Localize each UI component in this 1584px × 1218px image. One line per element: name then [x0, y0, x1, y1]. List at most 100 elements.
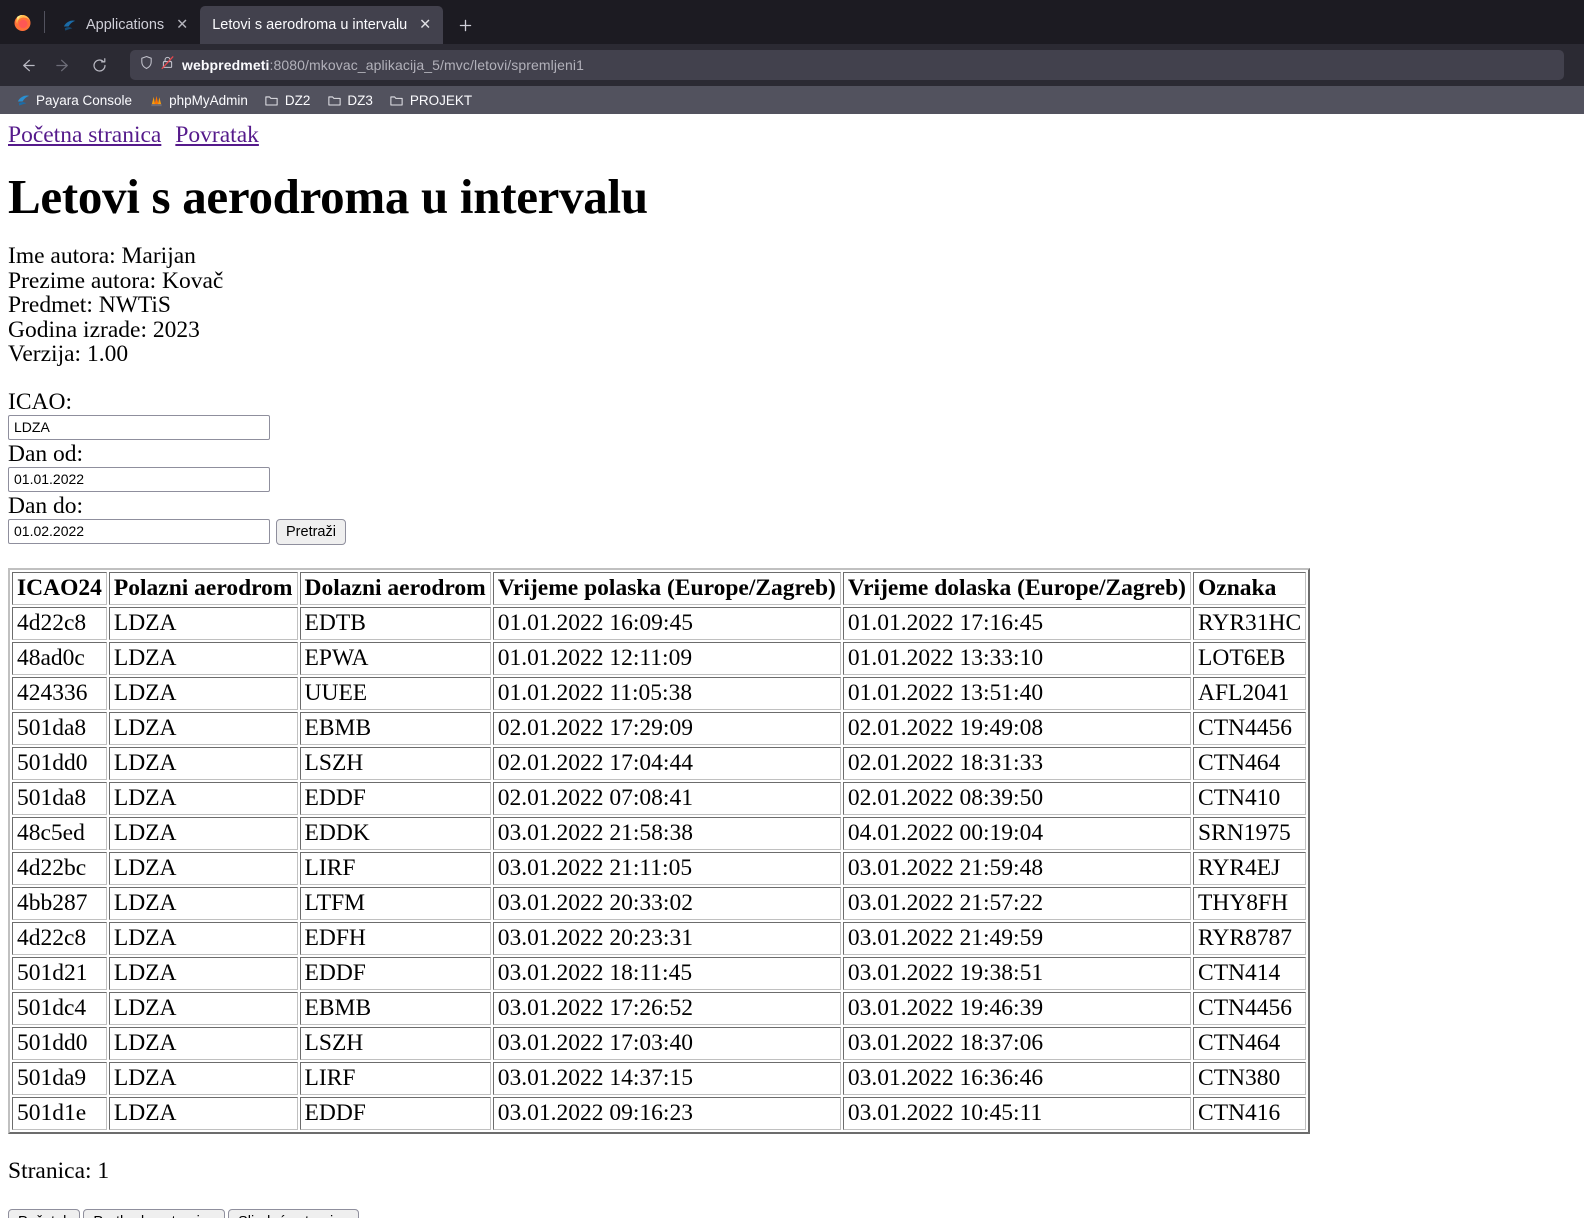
table-row: 501da8 LDZA EDDF 02.01.2022 07:08:41 02.01.2… [12, 781, 1307, 815]
table-cell: LIRF [299, 851, 491, 885]
link-pocetna-stranica[interactable]: Početna stranica [8, 122, 161, 148]
table-cell: 501dd0 [12, 746, 107, 780]
tab-label: Applications [86, 17, 165, 33]
chrome-divider [44, 11, 45, 33]
bookmark-payara-console[interactable]: Payara Console [8, 90, 139, 110]
bookmark-folder-projekt[interactable]: PROJEKT [382, 90, 479, 110]
table-cell: 501dc4 [12, 991, 107, 1025]
icao-input[interactable] [8, 414, 270, 440]
table-cell: 424336 [12, 676, 107, 710]
forward-button[interactable] [46, 49, 80, 81]
table-cell: 02.01.2022 18:31:33 [842, 746, 1192, 780]
lock-slashed-icon[interactable] [160, 55, 175, 75]
site-identity[interactable] [139, 55, 175, 75]
bookmark-label: DZ3 [347, 92, 373, 108]
table-cell: 03.01.2022 17:26:52 [492, 991, 841, 1025]
table-cell: LSZH [299, 746, 491, 780]
payara-icon [15, 92, 31, 108]
table-cell: CTN4456 [1193, 991, 1307, 1025]
table-column-header: ICAO24 [12, 571, 107, 605]
bookmark-label: DZ2 [284, 92, 311, 108]
dan-od-input[interactable] [8, 466, 270, 492]
table-cell: EDDF [299, 781, 491, 815]
table-cell: CTN464 [1193, 1026, 1307, 1060]
tab-applications[interactable]: Applications ✕ [49, 6, 200, 44]
table-cell: LOT6EB [1193, 641, 1307, 675]
bookmark-label: PROJEKT [409, 92, 473, 108]
tab-letovi[interactable]: Letovi s aerodroma u intervalu ✕ [200, 6, 444, 44]
table-cell: LDZA [108, 1096, 298, 1130]
table-cell: EDDF [299, 956, 491, 990]
table-cell: LDZA [108, 886, 298, 920]
shield-icon[interactable] [139, 55, 154, 75]
table-cell: 4d22c8 [12, 921, 107, 955]
table-cell: 501da8 [12, 711, 107, 745]
bookmark-folder-dz3[interactable]: DZ3 [319, 90, 380, 110]
table-row: 424336 LDZA UUEE 01.01.2022 11:05:38 01.01.2… [12, 676, 1307, 710]
table-cell: LDZA [108, 781, 298, 815]
table-cell: 01.01.2022 16:09:45 [492, 606, 841, 640]
reload-button[interactable] [82, 49, 116, 81]
table-cell: CTN464 [1193, 746, 1307, 780]
url-bar[interactable]: webpredmeti:8080/mkovac_aplikacija_5/mvc… [130, 50, 1564, 80]
table-header-row: ICAO24 Polazni aerodrom Dolazni aerodrom Vr… [12, 571, 1307, 605]
table-cell: LDZA [108, 711, 298, 745]
table-cell: LDZA [108, 676, 298, 710]
url-path: :8080/mkovac_aplikacija_5/mvc/letovi/spr… [269, 57, 584, 73]
meta-prezime-autora: Prezime autora: Kovač [8, 267, 224, 294]
table-cell: 02.01.2022 19:49:08 [842, 711, 1192, 745]
table-cell: LIRF [299, 1061, 491, 1095]
table-cell: 03.01.2022 21:59:48 [842, 851, 1192, 885]
table-cell: 03.01.2022 21:11:05 [492, 851, 841, 885]
folder-icon [389, 92, 405, 108]
navigation-toolbar: webpredmeti:8080/mkovac_aplikacija_5/mvc… [0, 44, 1584, 86]
table-cell: CTN416 [1193, 1096, 1307, 1130]
table-column-header: Vrijeme polaska (Europe/Zagreb) [492, 571, 841, 605]
close-icon[interactable]: ✕ [416, 16, 434, 34]
table-cell: 01.01.2022 13:51:40 [842, 676, 1192, 710]
link-povratak[interactable]: Povratak [175, 122, 259, 148]
table-cell: LSZH [299, 1026, 491, 1060]
table-cell: 03.01.2022 19:38:51 [842, 956, 1192, 990]
folder-icon [264, 92, 280, 108]
table-cell: 03.01.2022 18:37:06 [842, 1026, 1192, 1060]
table-cell: 4d22bc [12, 851, 107, 885]
back-button[interactable] [10, 49, 44, 81]
url-text[interactable]: webpredmeti:8080/mkovac_aplikacija_5/mvc… [182, 57, 584, 73]
pretrazi-button[interactable]: Pretraži [276, 518, 346, 545]
sljedeca-stranica-button[interactable]: Sljedeća stranica [228, 1208, 359, 1218]
dan-od-label: Dan od: [8, 440, 84, 467]
bookmark-phpmyadmin[interactable]: phpMyAdmin [141, 90, 255, 110]
close-icon[interactable]: ✕ [173, 16, 191, 34]
phpmyadmin-icon [148, 92, 164, 108]
table-column-header: Dolazni aerodrom [299, 571, 491, 605]
tab-label: Letovi s aerodroma u intervalu [212, 17, 408, 33]
table-cell: LDZA [108, 641, 298, 675]
page-status: Stranica: 1 [8, 1157, 110, 1184]
table-row: 4d22bc LDZA LIRF 03.01.2022 21:11:05 03.01.2… [12, 851, 1307, 885]
table-cell: 04.01.2022 00:19:04 [842, 816, 1192, 850]
table-cell: EDDF [299, 1096, 491, 1130]
table-body: 4d22c8 LDZA EDTB 01.01.2022 16:09:45 01.01.2… [12, 606, 1307, 1130]
prethodna-stranica-button[interactable]: Prethodna stranica [83, 1208, 226, 1218]
table-column-header: Vrijeme dolaska (Europe/Zagreb) [842, 571, 1192, 605]
table-cell: 03.01.2022 21:49:59 [842, 921, 1192, 955]
table-row: 4d22c8 LDZA EDTB 01.01.2022 16:09:45 01.01.2… [12, 606, 1307, 640]
table-cell: EDFH [299, 921, 491, 955]
table-cell: EPWA [299, 641, 491, 675]
table-cell: UUEE [299, 676, 491, 710]
pocetak-button[interactable]: Početak [8, 1208, 81, 1218]
table-row: 48c5ed LDZA EDDK 03.01.2022 21:58:38 04.01.2… [12, 816, 1307, 850]
tab-strip: Applications ✕ Letovi s aerodroma u inte… [0, 0, 1584, 44]
bookmark-label: Payara Console [36, 92, 133, 108]
page-content: Početna stranica Povratak Letovi s aerodr… [0, 114, 1584, 1218]
table-cell: LDZA [108, 1061, 298, 1095]
table-cell: 03.01.2022 14:37:15 [492, 1061, 841, 1095]
table-cell: 01.01.2022 11:05:38 [492, 676, 841, 710]
table-cell: 501dd0 [12, 1026, 107, 1060]
dan-do-input[interactable] [8, 518, 270, 544]
meta-verzija: Verzija: 1.00 [8, 341, 129, 368]
table-cell: EDTB [299, 606, 491, 640]
bookmark-folder-dz2[interactable]: DZ2 [257, 90, 318, 110]
new-tab-button[interactable] [449, 9, 481, 41]
